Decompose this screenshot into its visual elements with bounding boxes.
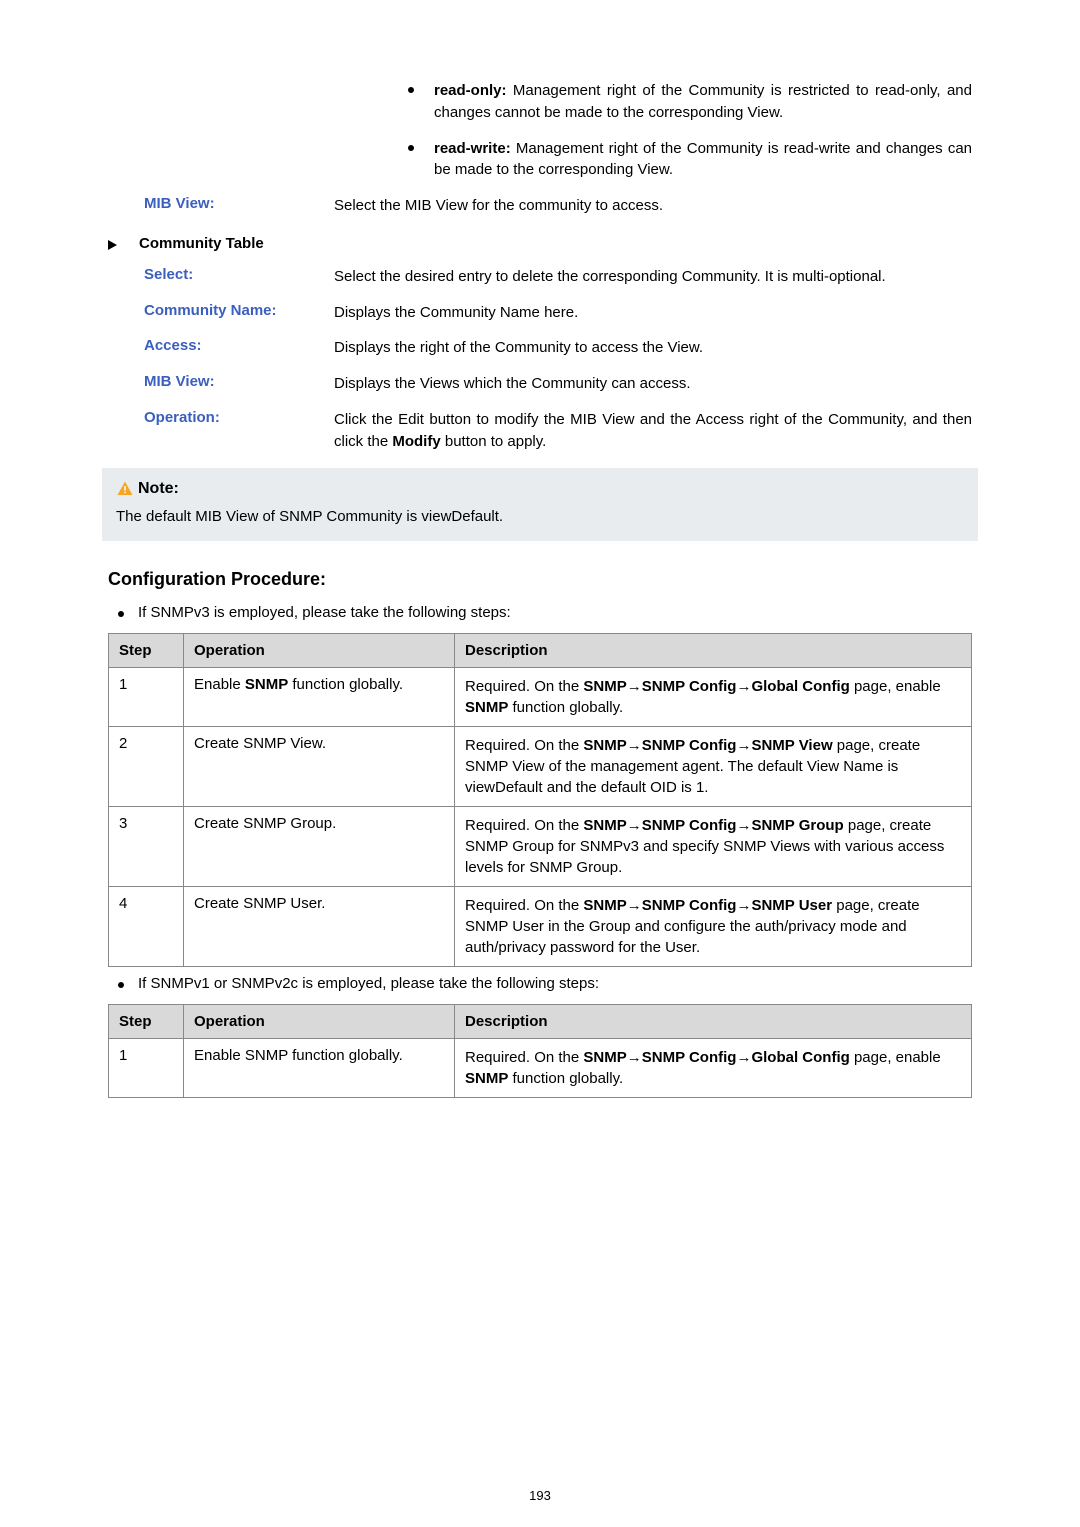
- table-header-row: Step Operation Description: [109, 1004, 972, 1038]
- td-description: Required. On the SNMP→SNMP Config→SNMP U…: [455, 886, 972, 966]
- def-mib-view-top: MIB View: Select the MIB View for the co…: [144, 195, 972, 217]
- th-step: Step: [109, 1004, 184, 1038]
- note-title-row: Note:: [116, 480, 964, 498]
- th-description: Description: [455, 1004, 972, 1038]
- table-header-row: Step Operation Description: [109, 633, 972, 667]
- bullet-strong: read-only:: [434, 82, 507, 99]
- bullet-dot-icon: [408, 145, 414, 151]
- bullet-dot-icon: [408, 87, 414, 93]
- lead-text: If SNMPv1 or SNMPv2c is employed, please…: [138, 975, 972, 992]
- bullet-text: read-only: Management right of the Commu…: [434, 80, 972, 124]
- def-label: MIB View:: [144, 373, 334, 390]
- access-mode-bullets: read-only: Management right of the Commu…: [408, 80, 972, 181]
- def-text: Displays the Views which the Community c…: [334, 373, 972, 395]
- note-title: Note:: [138, 480, 179, 498]
- page-container: read-only: Management right of the Commu…: [0, 0, 1080, 1527]
- lead-text: If SNMPv3 is employed, please take the f…: [138, 604, 972, 621]
- lead-snmpv1v2c: If SNMPv1 or SNMPv2c is employed, please…: [118, 975, 972, 992]
- th-operation: Operation: [184, 633, 455, 667]
- warning-icon: [116, 480, 134, 498]
- def-label: Operation:: [144, 409, 334, 426]
- bullet-read-write: read-write: Management right of the Comm…: [408, 138, 972, 182]
- config-table-snmpv1v2c: Step Operation Description 1 Enable SNMP…: [108, 1004, 972, 1098]
- td-operation: Create SNMP User.: [184, 886, 455, 966]
- bullet-rest: Management right of the Community is res…: [434, 82, 972, 121]
- td-step: 1: [109, 667, 184, 726]
- def-text: Select the desired entry to delete the c…: [334, 266, 972, 288]
- table-row: 4 Create SNMP User. Required. On the SNM…: [109, 886, 972, 966]
- th-description: Description: [455, 633, 972, 667]
- def-community-name: Community Name: Displays the Community N…: [144, 302, 972, 324]
- page-number: 193: [0, 1488, 1080, 1503]
- config-procedure-title: Configuration Procedure:: [108, 569, 972, 590]
- def-text: Select the MIB View for the community to…: [334, 195, 972, 217]
- td-description: Required. On the SNMP→SNMP Config→Global…: [455, 1038, 972, 1097]
- def-text: Displays the right of the Community to a…: [334, 337, 972, 359]
- note-box: Note: The default MIB View of SNMP Commu…: [102, 468, 978, 541]
- def-operation: Operation: Click the Edit button to modi…: [144, 409, 972, 453]
- td-description: Required. On the SNMP→SNMP Config→SNMP G…: [455, 806, 972, 886]
- td-operation: Create SNMP Group.: [184, 806, 455, 886]
- config-table-snmpv3: Step Operation Description 1 Enable SNMP…: [108, 633, 972, 967]
- bullet-dot-icon: [118, 611, 124, 617]
- td-step: 4: [109, 886, 184, 966]
- td-description: Required. On the SNMP→SNMP Config→SNMP V…: [455, 726, 972, 806]
- table-row: 2 Create SNMP View. Required. On the SNM…: [109, 726, 972, 806]
- td-description: Required. On the SNMP→SNMP Config→Global…: [455, 667, 972, 726]
- note-text: The default MIB View of SNMP Community i…: [116, 506, 964, 529]
- th-step: Step: [109, 633, 184, 667]
- def-label: MIB View:: [144, 195, 334, 212]
- td-operation: Enable SNMP function globally.: [184, 667, 455, 726]
- def-text: Click the Edit button to modify the MIB …: [334, 409, 972, 453]
- def-label: Access:: [144, 337, 334, 354]
- bullet-strong: read-write:: [434, 140, 511, 157]
- def-text: Displays the Community Name here.: [334, 302, 972, 324]
- community-table-heading-row: Community Table: [108, 235, 972, 252]
- table-row: 3 Create SNMP Group. Required. On the SN…: [109, 806, 972, 886]
- bullet-read-only: read-only: Management right of the Commu…: [408, 80, 972, 124]
- table-row: 1 Enable SNMP function globally. Require…: [109, 667, 972, 726]
- bullet-text: read-write: Management right of the Comm…: [434, 138, 972, 182]
- th-operation: Operation: [184, 1004, 455, 1038]
- def-access: Access: Displays the right of the Commun…: [144, 337, 972, 359]
- table-row: 1 Enable SNMP function globally. Require…: [109, 1038, 972, 1097]
- td-step: 2: [109, 726, 184, 806]
- def-label: Select:: [144, 266, 334, 283]
- bullet-rest: Management right of the Community is rea…: [434, 140, 972, 179]
- lead-snmpv3: If SNMPv3 is employed, please take the f…: [118, 604, 972, 621]
- def-label: Community Name:: [144, 302, 334, 319]
- td-operation: Create SNMP View.: [184, 726, 455, 806]
- td-step: 3: [109, 806, 184, 886]
- triangle-icon: [108, 240, 117, 250]
- def-mib-view: MIB View: Displays the Views which the C…: [144, 373, 972, 395]
- bullet-dot-icon: [118, 982, 124, 988]
- def-select: Select: Select the desired entry to dele…: [144, 266, 972, 288]
- community-table-heading: Community Table: [139, 235, 264, 252]
- td-step: 1: [109, 1038, 184, 1097]
- td-operation: Enable SNMP function globally.: [184, 1038, 455, 1097]
